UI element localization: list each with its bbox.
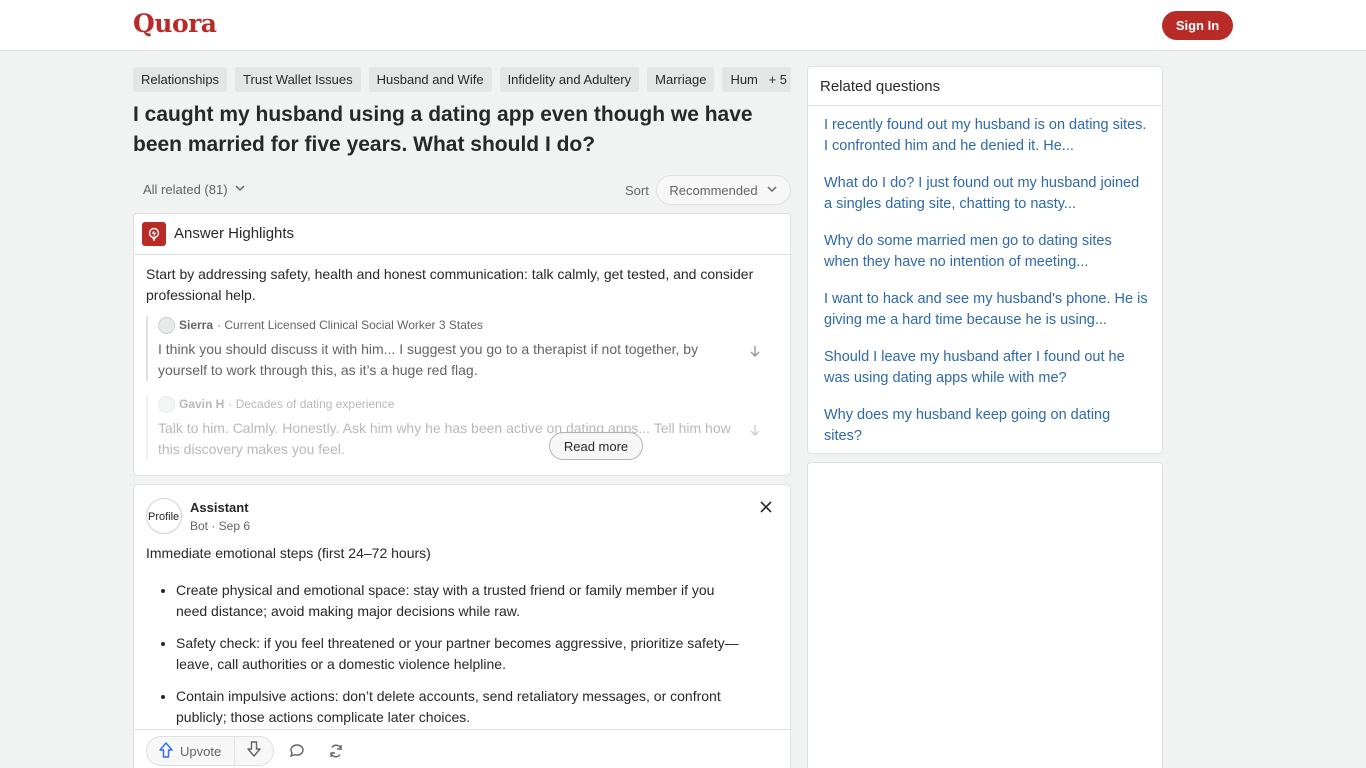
quora-logo[interactable]: Quora [133, 9, 217, 38]
vote-group: Upvote [146, 736, 274, 766]
related-question-link[interactable]: I want to hack and see my husband's phon… [824, 291, 1148, 328]
upvote-arrow-icon [157, 741, 175, 762]
topic-chip-infidelity[interactable]: Infidelity and Adultery [499, 67, 640, 92]
related-question-link[interactable]: Why do some married men go to dating sit… [824, 233, 1112, 270]
comment-icon[interactable] [288, 742, 306, 765]
answer-intro: Immediate emotional steps (first 24–72 h… [146, 545, 431, 561]
list-item: Safety check: if you feel threatened or … [176, 633, 746, 675]
related-question-link[interactable]: What do I do? I just found out my husban… [824, 175, 1139, 212]
highlight-source[interactable]: Sierra · Current Licensed Clinical Socia… [146, 316, 776, 381]
source-excerpt: I think you should discuss it with him..… [158, 341, 699, 378]
related-question-link[interactable]: Why does my husband keep going on dating… [824, 407, 1110, 444]
avatar [158, 395, 175, 413]
related-question-item[interactable]: I want to hack and see my husband's phon… [824, 289, 1149, 331]
topic-chips: Relationships Trust Wallet Issues Husband … [133, 67, 791, 92]
answer-highlights-header: Answer Highlights [134, 214, 790, 255]
topic-chip-marriage[interactable]: Marriage [647, 67, 715, 92]
arrow-down-icon[interactable] [748, 423, 762, 440]
downvote-arrow-icon [245, 740, 263, 763]
close-icon[interactable] [756, 497, 776, 517]
read-more-button[interactable]: Read more [549, 432, 643, 460]
more-topics-button[interactable]: + 5 [764, 67, 791, 92]
related-questions-list: I recently found out my husband is on da… [824, 115, 1149, 463]
author-name[interactable]: Assistant [190, 500, 249, 515]
sort-dropdown[interactable]: Recommended [656, 175, 791, 205]
list-item: Create physical and emotional space: sta… [176, 580, 746, 622]
sign-in-button[interactable]: Sign In [1162, 11, 1233, 40]
topic-chip-husband-wife[interactable]: Husband and Wife [368, 67, 492, 92]
avatar[interactable]: Profile [146, 498, 182, 534]
related-questions-title: Related questions [820, 78, 941, 95]
share-icon[interactable] [327, 742, 345, 765]
source-author[interactable]: Gavin H [179, 397, 224, 411]
arrow-down-icon[interactable] [748, 344, 762, 361]
sort-value: Recommended [669, 182, 758, 198]
author-meta: Bot · Sep 6 [190, 519, 251, 533]
related-question-link[interactable]: Should I leave my husband after I found … [824, 349, 1125, 386]
downvote-button[interactable] [235, 740, 273, 763]
highlights-summary: Start by addressing safety, health and h… [146, 266, 754, 303]
topic-chip-trust-wallet[interactable]: Trust Wallet Issues [235, 67, 361, 92]
related-question-link[interactable]: I recently found out my husband is on da… [824, 117, 1146, 154]
source-author[interactable]: Sierra [179, 318, 213, 332]
all-related-label: All related (81) [143, 182, 228, 197]
topic-chip-relationships[interactable]: Relationships [133, 67, 228, 92]
sort-label: Sort [625, 183, 649, 198]
avatar [158, 316, 175, 334]
source-excerpt: Talk to him. Calmly. Honestly. Ask him w… [158, 420, 731, 457]
source-meta: Sierra · Current Licensed Clinical Socia… [158, 316, 776, 334]
top-header: Quora Sign In [0, 0, 1366, 51]
list-item: Contain impulsive actions: don’t delete … [176, 686, 746, 728]
question-title: I caught my husband using a dating app e… [133, 103, 753, 156]
all-related-dropdown[interactable]: All related (81) [143, 182, 246, 197]
related-question-item[interactable]: Why do some married men go to dating sit… [824, 231, 1149, 273]
upvote-button[interactable]: Upvote [147, 737, 235, 765]
related-question-item[interactable]: What do I do? I just found out my husban… [824, 173, 1149, 215]
answer-bullets: Create physical and emotional space: sta… [176, 580, 746, 739]
source-credential: · Decades of dating experience [228, 397, 395, 411]
highlight-source[interactable]: Gavin H · Decades of dating experience T… [146, 395, 776, 460]
chevron-down-icon [234, 182, 246, 197]
source-credential: · Current Licensed Clinical Social Worke… [217, 318, 483, 332]
answer-actions: Upvote [134, 729, 790, 768]
answer-highlights-title: Answer Highlights [174, 225, 295, 242]
related-question-item[interactable]: I recently found out my husband is on da… [824, 115, 1149, 157]
source-meta: Gavin H · Decades of dating experience [158, 395, 776, 413]
related-question-item[interactable]: Why does my husband keep going on dating… [824, 405, 1149, 447]
divider [808, 105, 1162, 106]
related-questions-panel: Related questions I recently found out m… [807, 66, 1163, 454]
upvote-label: Upvote [180, 743, 222, 759]
answer-highlights-card: Answer Highlights Start by addressing sa… [133, 213, 791, 476]
chevron-down-icon [766, 183, 778, 198]
ad-placeholder [807, 462, 1163, 768]
related-question-item[interactable]: Should I leave my husband after I found … [824, 347, 1149, 389]
assistant-answer-card: Profile Assistant Bot · Sep 6 Immediate … [133, 484, 791, 768]
lightbulb-icon [142, 222, 166, 246]
